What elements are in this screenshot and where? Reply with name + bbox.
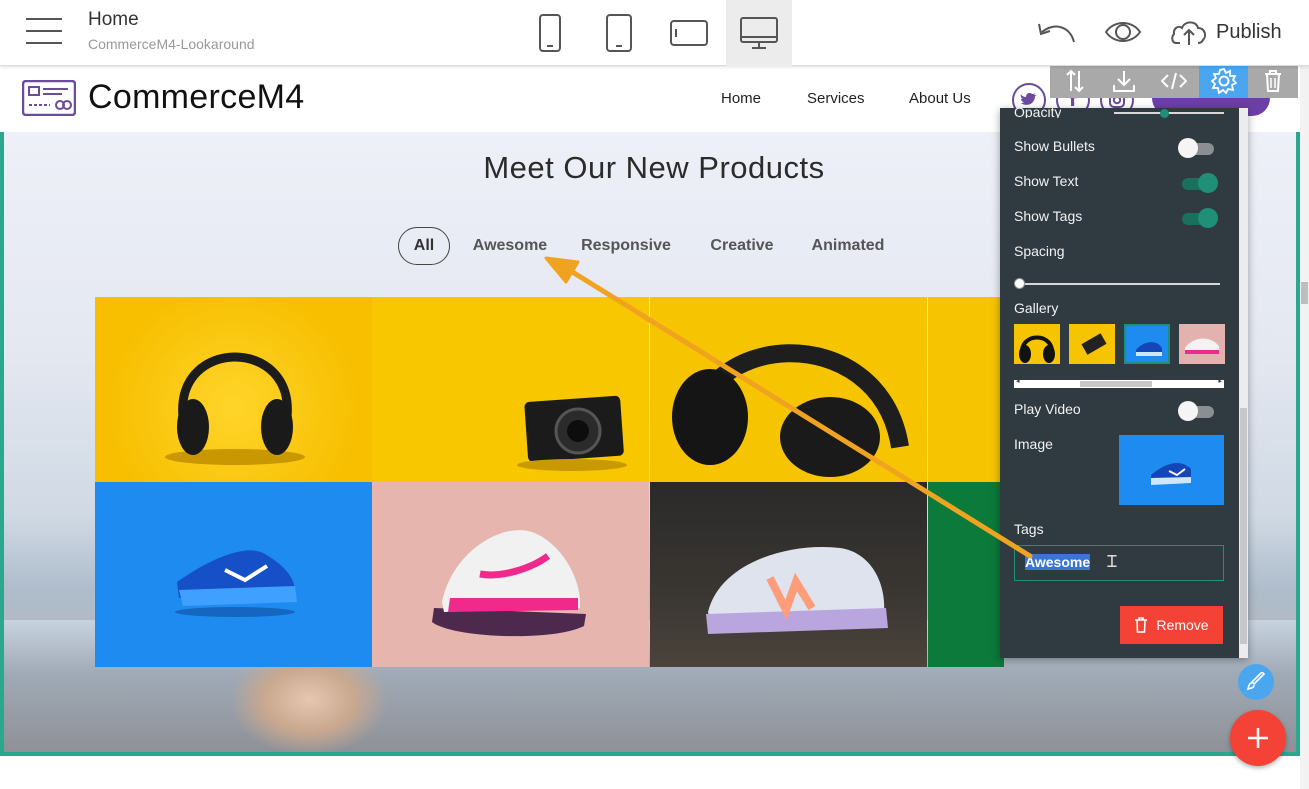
delete-block-button[interactable] [1248,64,1298,98]
show-tags-label: Show Tags [1014,208,1083,224]
download-icon [1113,71,1136,92]
show-tags-toggle[interactable] [1178,208,1218,228]
show-bullets-label: Show Bullets [1014,138,1095,154]
filter-creative[interactable]: Creative [702,227,782,265]
opacity-slider-thumb[interactable] [1160,109,1169,118]
code-editor-button[interactable] [1149,64,1199,98]
camera-image [517,395,627,471]
gallery-item-green-partial[interactable] [928,482,1004,667]
opacity-slider[interactable] [1114,112,1224,114]
pink-sneaker-image [432,530,586,637]
nav-services[interactable]: Services [807,90,865,107]
gallery-item-headphones-closeup[interactable] [650,297,927,482]
block-toolbar [1050,64,1298,98]
desktop-view-button[interactable] [726,0,792,66]
site-brand[interactable]: CommerceM4 [88,78,304,117]
tags-input-value: Awesome [1025,554,1091,570]
filter-all[interactable]: All [398,227,450,265]
background-figure [229,662,389,752]
tablet-landscape-icon [670,20,708,46]
undo-button[interactable] [1036,12,1076,52]
nav-home[interactable]: Home [721,90,761,107]
plus-icon [1248,728,1268,748]
block-settings-button[interactable] [1198,64,1249,98]
play-video-toggle[interactable] [1178,401,1216,421]
remove-label: Remove [1156,617,1209,633]
editor-toolbar: Home CommerceM4-Lookaround Publish [0,0,1309,66]
menu-icon[interactable] [26,15,62,47]
gallery-thumb-headphones[interactable] [1014,324,1060,364]
gear-icon [1210,68,1237,94]
publish-button[interactable]: Publish [1170,12,1282,52]
desktop-icon [740,17,778,49]
cloud-upload-icon [1171,21,1207,45]
show-text-toggle[interactable] [1178,173,1218,193]
gallery-item-nb-sneaker[interactable] [650,482,927,667]
spacing-slider-thumb[interactable] [1014,278,1025,289]
brush-icon [1246,672,1266,691]
gallery-item-pink-sneaker[interactable] [372,482,649,667]
page-title: Home [88,9,139,30]
eye-icon [1104,22,1142,42]
tags-label: Tags [1014,521,1044,537]
block-settings-panel: Opacity Show Bullets Show Text Show Tags… [1000,104,1248,658]
gallery-thumb-camera[interactable] [1069,324,1115,364]
tablet-landscape-view-button[interactable] [656,0,722,66]
headphones-image [165,352,305,465]
save-block-button[interactable] [1100,64,1150,98]
gallery-thumb-pink-sneaker[interactable] [1179,324,1225,364]
page-subtitle: CommerceM4-Lookaround [88,36,255,52]
show-bullets-toggle[interactable] [1178,138,1216,158]
trash-icon [1135,617,1148,633]
gallery-scrollbar[interactable]: ◂ ▸ [1014,378,1224,388]
publish-label: Publish [1216,20,1282,43]
opacity-label: Opacity [1014,104,1062,118]
undo-icon [1038,23,1075,43]
phone-view-button[interactable] [517,0,583,66]
sort-icon [1066,69,1084,93]
panel-scrollbar[interactable] [1239,108,1248,658]
nav-about-us[interactable]: About Us [909,90,971,107]
nb-sneaker-image [706,546,888,634]
filter-animated[interactable]: Animated [802,227,894,265]
tablet-icon [606,14,632,52]
gallery-item-partial[interactable] [928,297,1004,482]
preview-button[interactable] [1104,12,1142,52]
spacing-label: Spacing [1014,243,1065,259]
text-cursor-icon: Ꮖ [1107,552,1118,571]
move-block-button[interactable] [1050,64,1100,98]
gallery-label: Gallery [1014,300,1059,316]
image-preview[interactable] [1119,435,1224,505]
play-video-label: Play Video [1014,401,1081,417]
tablet-view-button[interactable] [586,0,652,66]
add-block-button[interactable] [1230,710,1286,766]
filter-awesome[interactable]: Awesome [464,227,556,265]
headphones-closeup-image [672,344,909,477]
image-label: Image [1014,436,1053,452]
logo-icon[interactable] [21,79,77,121]
gallery-item-camera[interactable] [372,297,649,482]
gallery-thumb-blue-sneaker[interactable] [1124,324,1170,364]
code-icon [1160,72,1187,90]
filter-responsive[interactable]: Responsive [574,227,678,265]
spacing-slider[interactable] [1018,283,1220,285]
remove-button[interactable]: Remove [1120,606,1223,644]
gallery-item-blue-sneaker[interactable] [95,482,372,667]
style-editor-button[interactable] [1238,664,1274,700]
show-text-label: Show Text [1014,173,1079,189]
phone-icon [539,14,561,52]
gallery-item-headphones[interactable] [95,297,372,482]
page-scrollbar[interactable] [1300,66,1309,789]
trash-icon [1265,70,1282,92]
blue-sneaker-image [175,550,297,617]
tags-input[interactable]: Awesome Ꮖ [1014,545,1224,581]
